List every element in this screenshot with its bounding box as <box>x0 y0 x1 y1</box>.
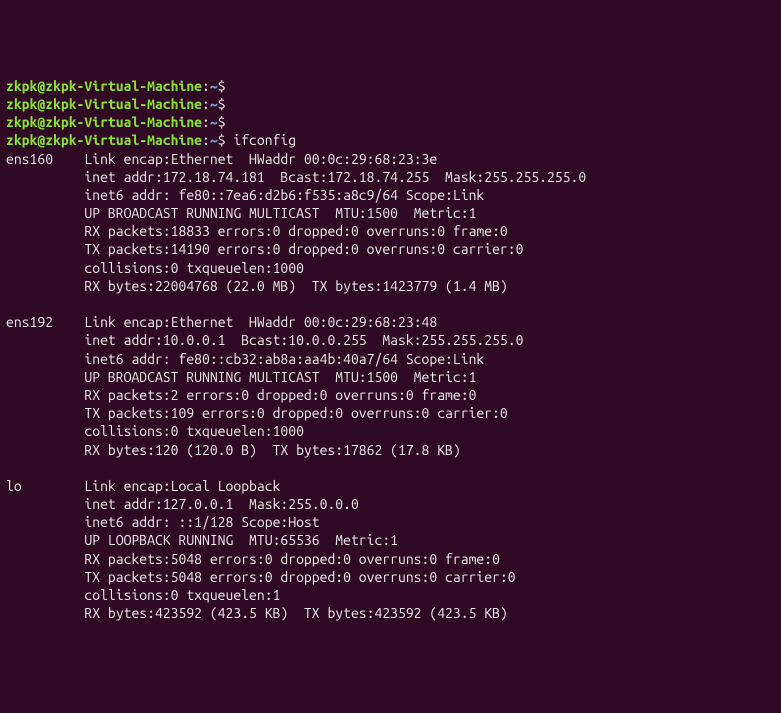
iface-ens192-flags: UP BROADCAST RUNNING MULTICAST MTU:1500 … <box>6 368 775 386</box>
iface-ens160-tx: TX packets:14190 errors:0 dropped:0 over… <box>6 240 775 258</box>
blank-line <box>6 459 775 477</box>
prompt-user: zkpk@zkpk-Virtual-Machine <box>6 132 202 148</box>
prompt-dollar: $ <box>218 96 226 112</box>
prompt-dollar: $ <box>218 78 226 94</box>
iface-ens160-header: ens160 Link encap:Ethernet HWaddr 00:0c:… <box>6 150 775 168</box>
prompt-path: ~ <box>210 132 218 148</box>
iface-ens192-col: collisions:0 txqueuelen:1000 <box>6 422 775 440</box>
iface-ens192-header: ens192 Link encap:Ethernet HWaddr 00:0c:… <box>6 313 775 331</box>
prompt-path: ~ <box>210 114 218 130</box>
iface-lo-flags: UP LOOPBACK RUNNING MTU:65536 Metric:1 <box>6 531 775 549</box>
iface-lo-col: collisions:0 txqueuelen:1 <box>6 586 775 604</box>
iface-ens192-inet6: inet6 addr: fe80::cb32:ab8a:aa4b:40a7/64… <box>6 350 775 368</box>
prompt-path: ~ <box>210 78 218 94</box>
iface-ens192-inet: inet addr:10.0.0.1 Bcast:10.0.0.255 Mask… <box>6 331 775 349</box>
iface-lo-inet: inet addr:127.0.0.1 Mask:255.0.0.0 <box>6 495 775 513</box>
iface-ens160-rx: RX packets:18833 errors:0 dropped:0 over… <box>6 222 775 240</box>
blank-line <box>6 295 775 313</box>
terminal-output[interactable]: zkpk@zkpk-Virtual-Machine:~$zkpk@zkpk-Vi… <box>6 77 775 623</box>
iface-ens160-inet: inet addr:172.18.74.181 Bcast:172.18.74.… <box>6 168 775 186</box>
prompt-line-command: zkpk@zkpk-Virtual-Machine:~$ ifconfig <box>6 131 775 149</box>
prompt-user: zkpk@zkpk-Virtual-Machine <box>6 96 202 112</box>
prompt-dollar: $ <box>218 132 226 148</box>
iface-name: lo <box>6 478 22 494</box>
command-text: ifconfig <box>233 132 296 148</box>
prompt-line: zkpk@zkpk-Virtual-Machine:~$ <box>6 95 775 113</box>
prompt-line: zkpk@zkpk-Virtual-Machine:~$ <box>6 113 775 131</box>
prompt-user: zkpk@zkpk-Virtual-Machine <box>6 114 202 130</box>
iface-ens192-bytes: RX bytes:120 (120.0 B) TX bytes:17862 (1… <box>6 441 775 459</box>
prompt-dollar: $ <box>218 114 226 130</box>
iface-lo-header: lo Link encap:Local Loopback <box>6 477 775 495</box>
iface-ens160-inet6: inet6 addr: fe80::7ea6:d2b6:f535:a8c9/64… <box>6 186 775 204</box>
iface-ens160-bytes: RX bytes:22004768 (22.0 MB) TX bytes:142… <box>6 277 775 295</box>
iface-ens192-tx: TX packets:109 errors:0 dropped:0 overru… <box>6 404 775 422</box>
iface-ens192-rx: RX packets:2 errors:0 dropped:0 overruns… <box>6 386 775 404</box>
iface-lo-inet6: inet6 addr: ::1/128 Scope:Host <box>6 513 775 531</box>
iface-ens160-col: collisions:0 txqueuelen:1000 <box>6 259 775 277</box>
iface-ens160-flags: UP BROADCAST RUNNING MULTICAST MTU:1500 … <box>6 204 775 222</box>
iface-name: ens160 <box>6 151 53 167</box>
iface-lo-tx: TX packets:5048 errors:0 dropped:0 overr… <box>6 568 775 586</box>
iface-lo-bytes: RX bytes:423592 (423.5 KB) TX bytes:4235… <box>6 604 775 622</box>
prompt-line: zkpk@zkpk-Virtual-Machine:~$ <box>6 77 775 95</box>
prompt-user: zkpk@zkpk-Virtual-Machine <box>6 78 202 94</box>
prompt-path: ~ <box>210 96 218 112</box>
iface-lo-rx: RX packets:5048 errors:0 dropped:0 overr… <box>6 550 775 568</box>
iface-name: ens192 <box>6 314 53 330</box>
